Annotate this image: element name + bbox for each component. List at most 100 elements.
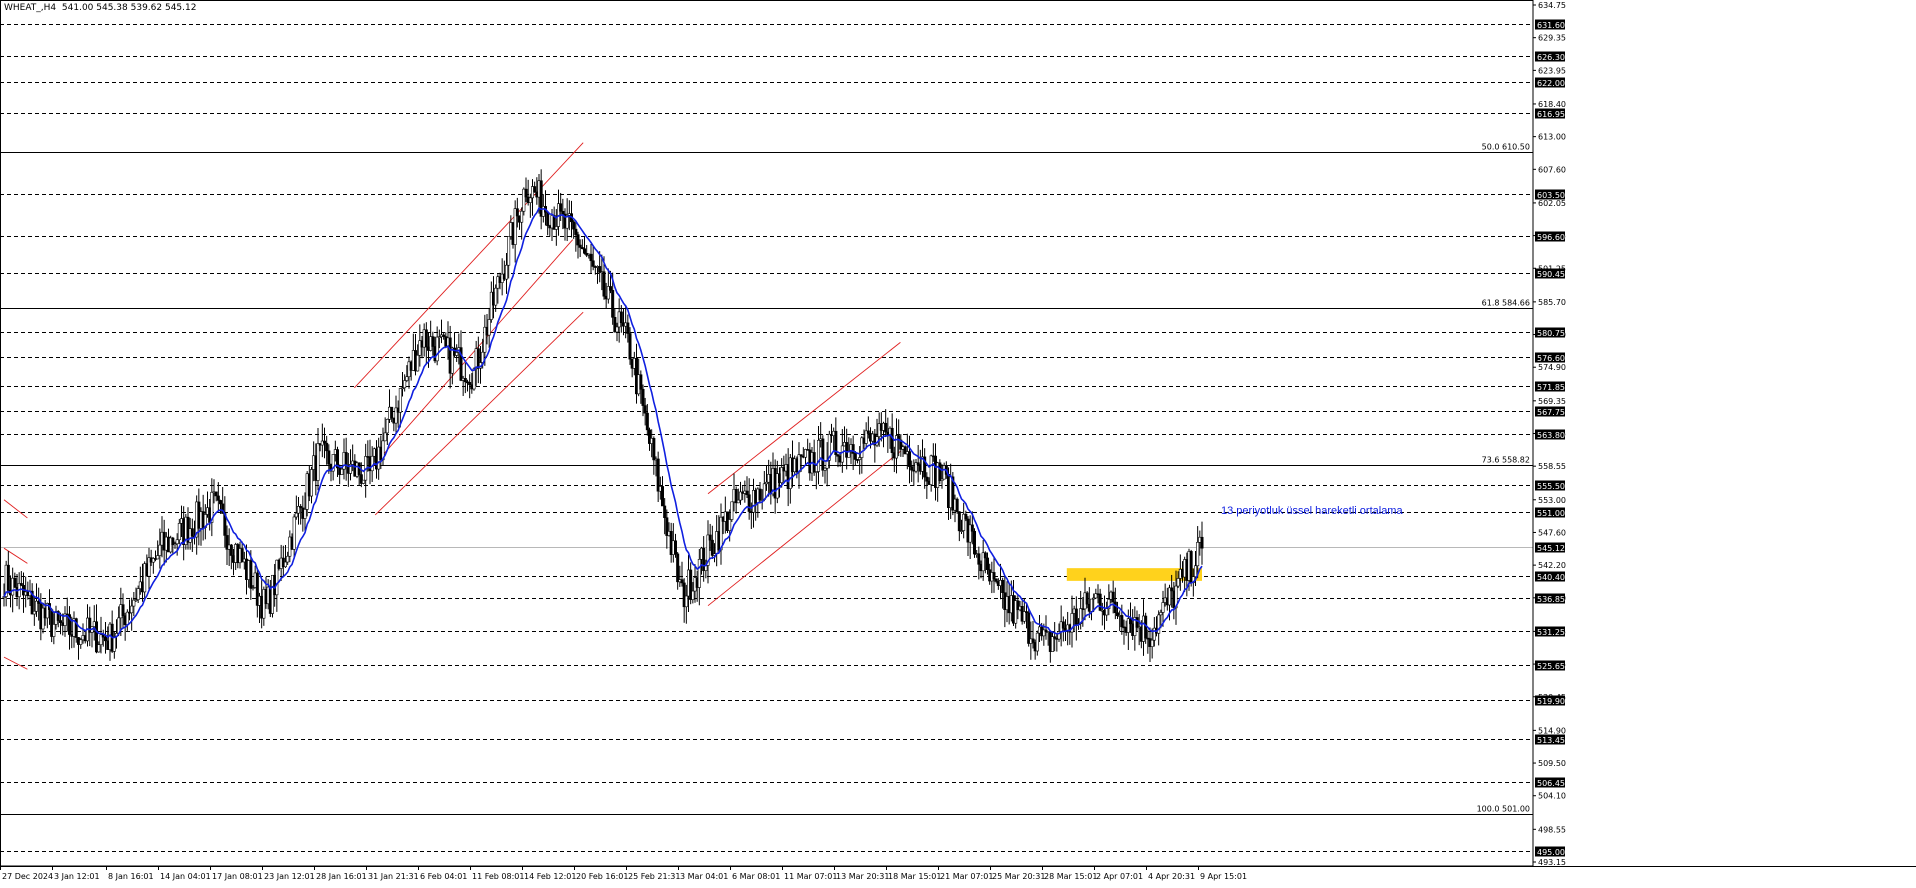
candle-body — [216, 495, 220, 501]
candle-body — [1085, 592, 1089, 605]
y-tick-label: 618.40 — [1538, 100, 1566, 109]
level-price-label: 519.90 — [1537, 697, 1565, 706]
y-tick-label: 634.75 — [1538, 1, 1566, 10]
label-layer: 631.60 626.30 622.00 616.95 603.50 596.60 590.… — [1221, 19, 1565, 857]
candle-body — [1105, 608, 1109, 616]
level-price-label: 622.00 — [1537, 79, 1565, 88]
candle-body — [435, 336, 439, 362]
candle-body — [576, 234, 580, 246]
candle-body — [578, 244, 582, 248]
candle-body — [663, 505, 667, 519]
candle-body — [582, 248, 586, 254]
candle-body — [52, 624, 56, 637]
candle-body — [1113, 601, 1117, 614]
chart-title: WHEAT_,H4 541.00 545.38 539.62 545.12 — [4, 3, 196, 13]
candle-body — [424, 329, 428, 348]
candle-body — [520, 210, 524, 223]
candle-body — [823, 467, 827, 471]
candle-body — [611, 290, 615, 318]
channel-lower-line — [3, 656, 28, 670]
candle-body — [463, 378, 467, 383]
candle-body — [405, 376, 409, 381]
candle-body — [985, 557, 989, 571]
candle-body — [325, 442, 329, 452]
candle-body — [708, 534, 712, 541]
y-tick-label: 574.90 — [1538, 363, 1566, 372]
fibonacci-label: 100.0 501.00 — [1477, 805, 1530, 814]
candle-body — [812, 452, 816, 473]
candle-body — [691, 590, 695, 600]
grid-layer — [0, 24, 1533, 852]
candle-body — [929, 455, 933, 485]
candle-body — [431, 336, 435, 347]
candle-body — [615, 326, 619, 333]
y-tick-label: 607.60 — [1538, 165, 1566, 174]
candle-body — [925, 476, 929, 482]
candle-body — [673, 540, 677, 555]
level-price-label: 563.80 — [1537, 431, 1565, 440]
channel-upper-line — [3, 499, 28, 519]
channel-mid-line — [369, 239, 574, 470]
candle-body — [684, 595, 688, 608]
y-tick-label: 547.60 — [1538, 528, 1566, 537]
y-tick-label: 629.35 — [1538, 34, 1566, 43]
candle-body — [955, 498, 959, 513]
candle-body — [1031, 638, 1035, 643]
level-price-label: 495.00 — [1537, 848, 1565, 857]
candle-body — [132, 599, 136, 607]
candle-body — [292, 516, 296, 550]
candle-body — [383, 432, 387, 442]
candle-body — [745, 490, 749, 496]
candle-body — [504, 264, 508, 280]
channel-lower-line — [374, 311, 584, 516]
candle-body — [680, 579, 684, 584]
candle-body — [309, 469, 313, 497]
candle-body — [1111, 591, 1115, 603]
x-tick-label: 8 Jan 16:01 — [108, 872, 154, 881]
candle-body — [676, 553, 680, 583]
candle-body — [1001, 579, 1005, 593]
x-tick-label: 27 Dec 2024 — [2, 872, 53, 881]
level-price-label: 525.65 — [1537, 662, 1565, 671]
candle-body — [728, 519, 732, 531]
channel-mid-line — [3, 547, 28, 564]
candle-body — [736, 499, 740, 504]
candle-body — [938, 462, 942, 481]
candle-body — [214, 491, 218, 497]
candle-body — [327, 450, 331, 465]
x-tick-label: 31 Jan 21:31 — [368, 872, 419, 881]
candle-body — [1098, 593, 1102, 611]
candle-body — [104, 636, 108, 642]
candle-body — [840, 445, 844, 463]
candle-body — [1120, 615, 1124, 628]
y-tick-label: 602.05 — [1538, 199, 1566, 208]
candle-body — [286, 555, 290, 563]
x-tick-label: 11 Mar 07:01 — [784, 872, 837, 881]
x-tick-label: 17 Jan 08:01 — [212, 872, 263, 881]
candle-body — [970, 524, 974, 532]
axis-layer: 634.75 629.35 623.95 618.40 613.00 607.60 602.… — [0, 0, 1916, 881]
candle-body — [964, 513, 968, 520]
price-chart[interactable]: 634.75 629.35 623.95 618.40 613.00 607.60 602.… — [0, 0, 1916, 888]
candle-body — [626, 322, 630, 334]
candle-body — [1200, 536, 1204, 549]
ema-annotation: 13 periyotluk üssel hareketli ortalama — [1221, 505, 1403, 517]
candle-body — [747, 494, 751, 512]
symbol-label: WHEAT_,H4 — [4, 3, 57, 13]
level-price-label: 590.45 — [1537, 270, 1565, 279]
y-tick-label: 623.95 — [1538, 66, 1566, 75]
candle-body — [177, 523, 181, 541]
y-tick-label: 509.50 — [1538, 759, 1566, 768]
candle-body — [6, 564, 10, 591]
candle-body — [130, 605, 134, 614]
candle-body — [472, 368, 476, 390]
candle-body — [524, 188, 528, 198]
x-tick-label: 25 Feb 21:31 — [628, 872, 680, 881]
candle-body — [1051, 636, 1055, 652]
candle-body — [507, 236, 511, 266]
candle-body — [853, 453, 857, 460]
candle-body — [1161, 602, 1165, 613]
candle-body — [229, 544, 233, 556]
y-tick-label: 613.00 — [1538, 133, 1566, 142]
y-tick-label: 514.90 — [1538, 726, 1566, 735]
